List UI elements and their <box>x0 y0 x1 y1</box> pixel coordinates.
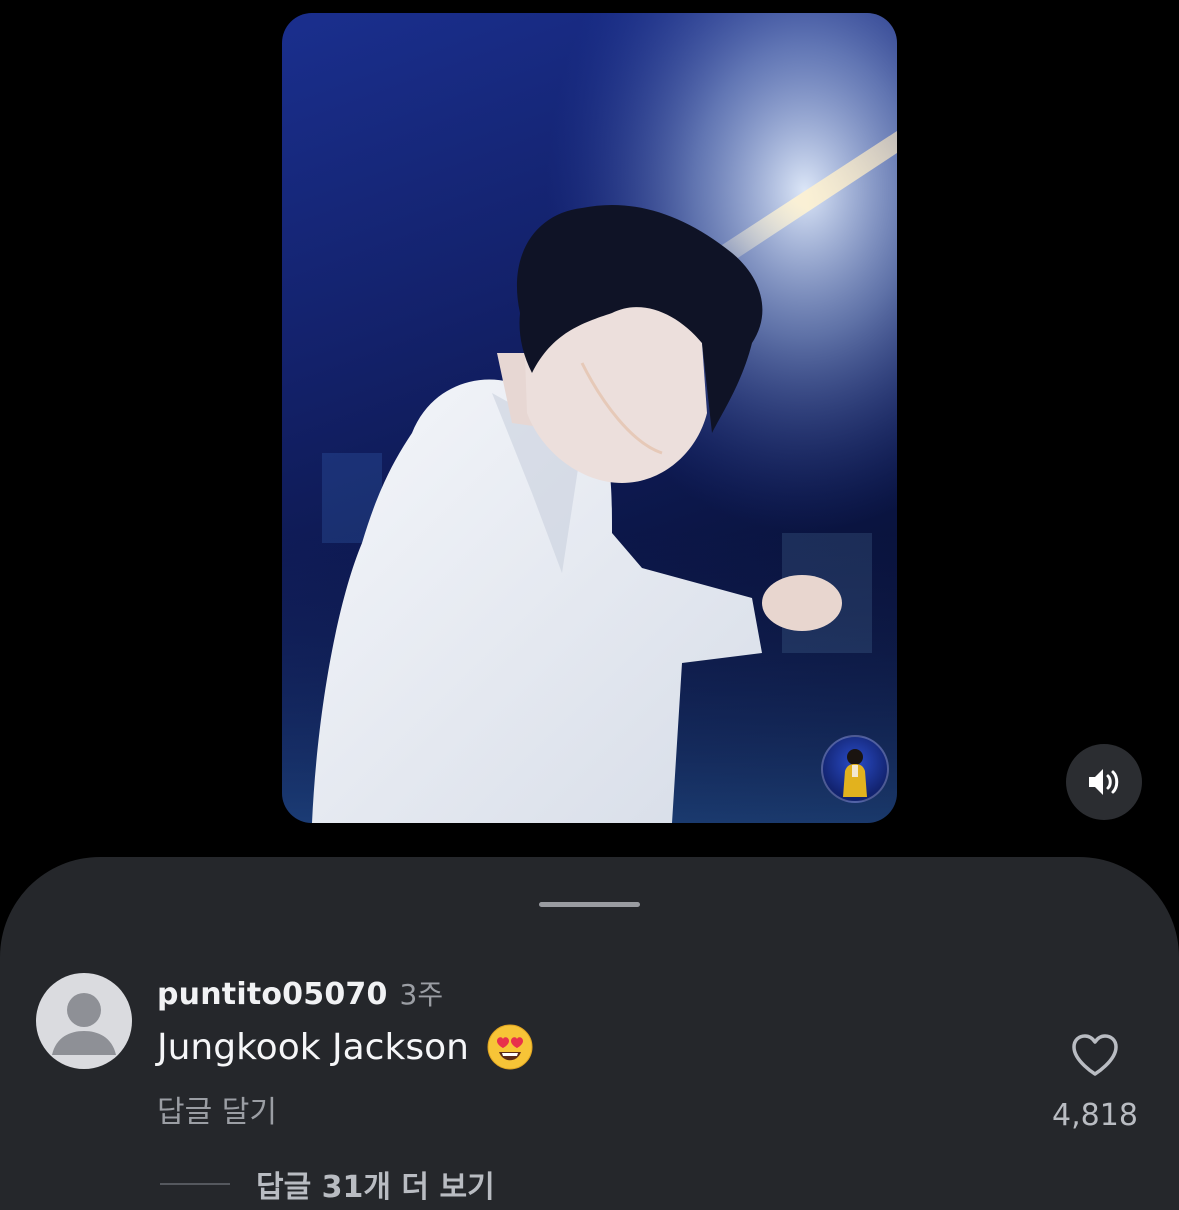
comment-body: Jungkook Jackson <box>157 1024 533 1070</box>
comment-header: puntito05070 3주 <box>157 973 443 1013</box>
volume-button[interactable] <box>1066 744 1142 820</box>
view-more-replies-button[interactable]: 답글 31개 더 보기 <box>160 1162 495 1206</box>
heart-icon[interactable] <box>1070 1032 1120 1078</box>
avatar[interactable] <box>36 973 132 1069</box>
video-frame <box>282 13 897 823</box>
comment-timestamp: 3주 <box>399 978 444 1011</box>
speaker-volume-icon <box>1089 769 1119 795</box>
heart-eyes-emoji-icon <box>487 1024 533 1070</box>
comments-sheet: puntito05070 3주 Jungkook Jackson 답글 달기 4… <box>0 857 1179 1210</box>
comment-username[interactable]: puntito05070 <box>157 977 388 1012</box>
screen: puntito05070 3주 Jungkook Jackson 답글 달기 4… <box>0 0 1179 1210</box>
reply-button[interactable]: 답글 달기 <box>157 1087 277 1131</box>
replies-divider-line <box>160 1183 230 1185</box>
default-user-icon <box>52 993 116 1055</box>
like-count: 4,818 <box>1052 1098 1138 1133</box>
view-replies-label: 답글 31개 더 보기 <box>256 1170 495 1205</box>
creator-avatar[interactable] <box>821 735 889 803</box>
sheet-drag-handle[interactable] <box>539 902 640 907</box>
video-player[interactable] <box>282 13 897 823</box>
like-group: 4,818 <box>1040 1032 1150 1133</box>
comment-text: Jungkook Jackson <box>157 1026 469 1068</box>
